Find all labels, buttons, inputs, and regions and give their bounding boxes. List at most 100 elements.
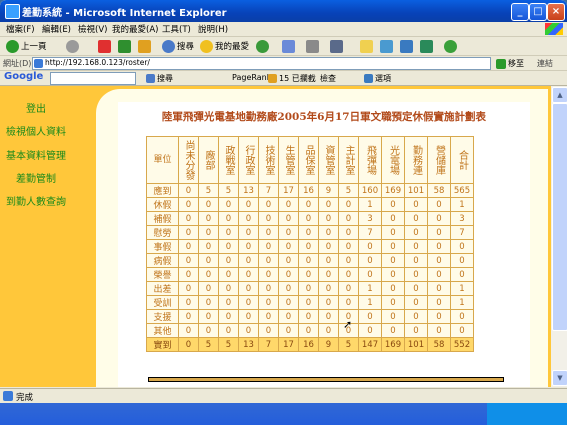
spellcheck-button[interactable]: 檢查 (320, 73, 336, 84)
table-cell: 0 (239, 226, 258, 239)
sidebar-item-basic-data[interactable]: 基本資料管理 (6, 147, 66, 162)
search-icon (162, 39, 175, 53)
table-cell: 0 (239, 198, 258, 211)
windows-logo-icon (545, 23, 563, 35)
table-cell: 0 (179, 254, 198, 267)
print-button[interactable] (306, 39, 319, 53)
table-cell: 0 (405, 212, 427, 225)
table-cell: 0 (405, 324, 427, 337)
sidebar-item-logout[interactable]: 登出 (26, 100, 46, 115)
table-cell: 13 (239, 338, 258, 351)
stop-button[interactable] (98, 39, 111, 53)
back-button[interactable]: 上一頁 (6, 39, 47, 53)
table-cell: 17 (279, 184, 298, 197)
favorites-button[interactable]: 我的最愛 (200, 39, 249, 53)
scroll-thumb[interactable] (552, 103, 567, 331)
table-cell: 0 (382, 268, 404, 281)
table-cell: 0 (239, 296, 258, 309)
edit-button[interactable] (330, 39, 343, 53)
menu-tools[interactable]: 工具(T) (162, 23, 191, 35)
google-search-input[interactable] (50, 72, 136, 85)
folder-icon (360, 39, 373, 53)
minimize-button[interactable]: _ (511, 3, 529, 21)
table-cell: 0 (382, 240, 404, 253)
address-url: http://192.168.0.123/roster/ (45, 58, 150, 67)
menu-help[interactable]: 說明(H) (198, 23, 228, 35)
table-cell: 0 (405, 198, 427, 211)
pagerank-indicator[interactable]: PageRank (232, 73, 271, 82)
forward-arrow-icon (66, 39, 79, 53)
table-cell: 0 (405, 226, 427, 239)
mail-button[interactable] (282, 39, 295, 53)
table-cell: 0 (359, 268, 381, 281)
table-cell: 5 (219, 338, 238, 351)
messenger-button[interactable] (400, 39, 413, 53)
table-cell: 3 (451, 212, 473, 225)
google-options-button[interactable]: 選項 (364, 73, 391, 84)
menu-edit[interactable]: 編輯(E) (42, 23, 71, 35)
forward-button[interactable] (66, 39, 79, 53)
history-button[interactable] (256, 39, 269, 53)
table-cell: 0 (382, 282, 404, 295)
status-bar: 完成 (0, 388, 567, 403)
table-cell: 0 (199, 226, 218, 239)
window-title: 差勤系統 - Microsoft Internet Explorer (22, 8, 227, 19)
menu-file[interactable]: 檔案(F) (6, 23, 35, 35)
vertical-scrollbar[interactable]: ▲ ▼ (551, 86, 567, 387)
table-cell: 1 (359, 198, 381, 211)
discuss-button[interactable] (380, 39, 393, 53)
research-button[interactable] (420, 39, 433, 53)
column-header: 廠部 (199, 137, 218, 183)
address-input[interactable]: http://192.168.0.123/roster/ (32, 57, 491, 70)
menu-view[interactable]: 檢視(V) (78, 23, 107, 35)
google-search-button[interactable]: 搜尋 (146, 73, 173, 84)
table-header-row: 單位 尚未分發 廠部 政戰室 行政室 技術室 生管室 品保室 資管室 主計室 飛彈場 光電場 勤務連營… (147, 137, 473, 183)
links-label[interactable]: 連結 (537, 58, 553, 69)
table-row: 受訓 0 0 0 0 0 0 0 0 0 1 0 0 0 1 (147, 296, 473, 309)
table-cell: 0 (259, 310, 278, 323)
refresh-button[interactable] (118, 39, 131, 53)
popup-blocker[interactable]: 15 已攔截 (268, 73, 316, 84)
table-cell: 0 (259, 268, 278, 281)
table-cell: 0 (279, 310, 298, 323)
messenger-icon (400, 39, 413, 53)
table-cell: 0 (339, 254, 358, 267)
column-header: 飛彈場 (359, 137, 381, 183)
address-label: 網址(D) (3, 59, 32, 68)
frog-button[interactable] (444, 39, 457, 53)
maximize-button[interactable]: □ (529, 3, 547, 21)
table-cell: 0 (259, 324, 278, 337)
table-cell: 0 (339, 240, 358, 253)
table-cell: 0 (179, 324, 198, 337)
mail-icon (282, 39, 295, 53)
sidebar-item-profile[interactable]: 檢視個人資料 (6, 123, 66, 138)
go-button[interactable]: 移至 (496, 58, 524, 69)
table-cell: 16 (299, 338, 318, 351)
menu-favorites[interactable]: 我的最愛(A) (112, 23, 158, 35)
scroll-down-button[interactable]: ▼ (552, 370, 567, 386)
row-label: 支援 (147, 310, 178, 323)
close-button[interactable]: × (547, 3, 565, 21)
table-cell: 0 (339, 212, 358, 225)
sidebar-item-attendance[interactable]: 差勤管制 (16, 170, 56, 185)
scroll-up-button[interactable]: ▲ (552, 87, 567, 103)
home-icon (138, 39, 151, 53)
table-row: 慰勞 0 0 0 0 0 0 0 0 0 7 0 0 0 7 (147, 226, 473, 239)
table-cell: 0 (199, 268, 218, 281)
table-row: 其他 0 0 0 0 0 0 0 0 0 0 0 0 0 0 (147, 324, 473, 337)
table-cell: 0 (428, 310, 450, 323)
table-cell: 0 (259, 282, 278, 295)
google-g-icon (146, 74, 155, 83)
table-cell: 0 (382, 254, 404, 267)
search-button[interactable]: 搜尋 (162, 39, 194, 53)
table-cell: 0 (259, 296, 278, 309)
table-cell: 1 (451, 198, 473, 211)
table-cell: 0 (382, 198, 404, 211)
table-cell: 0 (179, 226, 198, 239)
table-cell: 169 (382, 338, 404, 351)
table-row: 休假 0 0 0 0 0 0 0 0 0 1 0 0 0 1 (147, 198, 473, 211)
sidebar-item-headcount[interactable]: 到勤人數查詢 (6, 193, 66, 208)
status-text: 完成 (16, 393, 34, 403)
folder-button[interactable] (360, 39, 373, 53)
home-button[interactable] (138, 39, 151, 53)
